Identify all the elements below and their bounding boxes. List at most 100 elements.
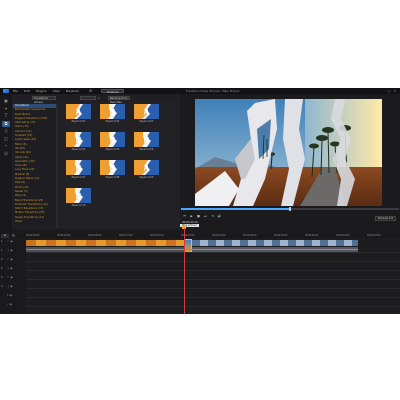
library-dropdown[interactable]: Transitions Library	[32, 96, 56, 104]
thumbnail-image: B	[66, 132, 91, 147]
category-item[interactable]: Other	[13, 220, 57, 224]
transition-thumbnail[interactable]: A Papercut 03	[134, 104, 159, 124]
ruler-tick-label: 00:00:40:00	[336, 234, 350, 238]
track-header[interactable]: ♪ ◉	[1, 303, 25, 306]
menu-edit[interactable]: Edit	[24, 89, 30, 93]
library-toolbar: Transitions Library ⌕ Remove from Favori…	[12, 94, 180, 104]
thumbnail-label: Papercut 09	[139, 175, 154, 179]
svg-text:A: A	[76, 108, 82, 117]
svg-text:B: B	[144, 136, 150, 145]
thumbnail-label: Papercut 02	[105, 119, 120, 123]
category-scrollbar[interactable]	[56, 104, 58, 228]
loop-icon[interactable]: ⟲	[210, 214, 215, 219]
playhead-line[interactable]	[184, 228, 185, 314]
track-header[interactable]: 3 ▭ ◉	[1, 276, 25, 279]
track-header[interactable]: 2 ▭ ◉	[1, 258, 25, 261]
room-toolbar: ▣ ✦ T ⧉ ♫ ◫ ✧ ☺	[0, 94, 12, 234]
track-header[interactable]: 2 ♫ ◉	[1, 267, 25, 270]
track-visibility-icon[interactable]: ◉	[10, 249, 12, 252]
track-type-icon: T	[7, 294, 9, 297]
seekbar-handle[interactable]	[289, 207, 291, 211]
video-clip-papercut[interactable]	[26, 240, 184, 246]
transition-thumbnail[interactable]: B Papercut 06	[134, 132, 159, 152]
transition-thumbnail[interactable]: B Papercut 02	[100, 104, 125, 124]
track-type-icon: ♫	[7, 285, 10, 288]
track-number: 3	[1, 276, 3, 279]
transition-thumbnail[interactable]: B Papercut 04	[66, 132, 91, 152]
player-controls: ⏮ ▶ ■ ⏭ ⟲ 🔊	[182, 212, 222, 220]
menu-plugins[interactable]: Plugins	[36, 89, 47, 93]
transition-thumbnail[interactable]: B Papercut 10	[66, 188, 91, 208]
transition-thumbnail[interactable]: B Papercut 08	[100, 160, 125, 180]
pip-icon[interactable]: ◫	[2, 136, 10, 142]
thumbnail-image: B	[100, 104, 125, 119]
track-type-icon: ▭	[7, 258, 10, 261]
transition-thumbnail[interactable]: B Papercut 05	[100, 132, 125, 152]
track-visibility-icon[interactable]: ◉	[10, 258, 12, 261]
track-type-icon: ▭	[7, 240, 10, 243]
minimize-icon[interactable]: –	[383, 89, 385, 93]
transition-thumbnail[interactable]: B Papercut 07	[66, 160, 91, 180]
search-input[interactable]	[80, 96, 96, 100]
maximize-icon[interactable]: □	[388, 89, 391, 93]
transition-thumbnail[interactable]: A Papercut 09	[134, 160, 159, 180]
audio-waveform	[26, 248, 358, 250]
transition-thumbnail[interactable]: A Papercut 01	[66, 104, 91, 124]
svg-text:B: B	[110, 136, 116, 145]
video-clip-palms[interactable]	[192, 240, 358, 246]
track-header[interactable]: T ◉	[1, 294, 25, 297]
transition-icon[interactable]: ⧉	[2, 120, 10, 127]
thumbnail-image: A	[134, 160, 159, 175]
preview-seekbar[interactable]	[181, 207, 399, 211]
timeline-view-button[interactable]: ⊞	[1, 234, 9, 238]
menu-file[interactable]: File	[13, 89, 18, 93]
preview-quality-select[interactable]: Preview 1/2	[374, 216, 396, 221]
timeline-ruler[interactable]: 00:00:00:00 00:00:04:00 00:00:08:00 00:00:1…	[26, 234, 400, 238]
next-icon[interactable]: ⏭	[203, 214, 208, 219]
stop-icon[interactable]: ■	[196, 214, 201, 219]
thumbnail-label: Papercut 08	[105, 175, 120, 179]
app-window: File Edit Plugins View Playback ⚙ Produc…	[0, 88, 400, 314]
media-icon[interactable]: ▣	[2, 98, 10, 104]
svg-text:B: B	[76, 136, 82, 145]
play-icon[interactable]: ▶	[189, 214, 194, 219]
track-visibility-icon[interactable]: ◉	[10, 240, 12, 243]
audio-icon[interactable]: ♫	[2, 128, 10, 134]
track-type-icon: ♪	[7, 303, 9, 306]
track-header[interactable]: 1 ▭ ◉	[1, 240, 25, 243]
timeline-panel: ⊞ ▤ 00:00:00:00 00:00:04:00 00:00:08:00 00:…	[0, 234, 400, 314]
menu-playback[interactable]: Playback	[66, 89, 79, 93]
track-header[interactable]: 1 ♫ ◉	[1, 249, 25, 252]
track-visibility-icon[interactable]: ◉	[10, 267, 12, 270]
search-icon[interactable]: ⌕	[98, 96, 102, 100]
svg-text:A: A	[144, 108, 150, 117]
gear-icon[interactable]: ⚙	[89, 89, 93, 93]
track-header[interactable]: 3 ♫ ◉	[1, 285, 25, 288]
app-logo-icon[interactable]	[3, 89, 9, 93]
storyboard-view-button[interactable]: ▤	[10, 234, 17, 238]
particle-icon[interactable]: ✧	[2, 143, 10, 149]
close-icon[interactable]: ×	[393, 89, 396, 93]
svg-text:A: A	[144, 164, 150, 173]
title-icon[interactable]: T	[2, 113, 10, 119]
thumbnail-image: A	[66, 104, 91, 119]
svg-text:B: B	[76, 192, 82, 201]
menu-view[interactable]: View	[53, 89, 60, 93]
produce-button[interactable]: Produce	[101, 89, 125, 94]
track-type-icon: ▭	[7, 276, 10, 279]
transition-marker[interactable]	[184, 239, 192, 253]
preview-panel: ⏮ ▶ ■ ⏭ ⟲ 🔊 00:00:30:16 Preview 1/2 Stop (Ctr…	[180, 94, 400, 234]
track-visibility-icon[interactable]: ◉	[10, 285, 12, 288]
volume-icon[interactable]: 🔊	[217, 214, 222, 219]
effects-icon[interactable]: ✦	[2, 106, 10, 112]
track-visibility-icon[interactable]: ◉	[10, 294, 12, 297]
sticker-icon[interactable]: ☺	[2, 151, 10, 157]
thumbnail-label: Papercut 05	[105, 147, 120, 151]
favorites-filter[interactable]: Remove from Favorites	[108, 96, 130, 104]
svg-text:B: B	[76, 164, 82, 173]
previous-icon[interactable]: ⏮	[182, 214, 187, 219]
track-visibility-icon[interactable]: ◉	[10, 303, 12, 306]
track-visibility-icon[interactable]: ◉	[10, 276, 12, 279]
ruler-tick-label: 00:00:16:00	[150, 234, 164, 238]
timeline-tracks	[26, 239, 400, 314]
